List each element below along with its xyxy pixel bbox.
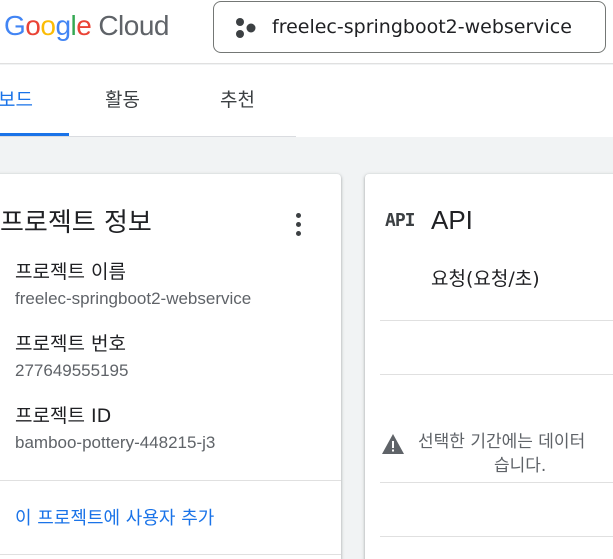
google-letter: G: [4, 10, 26, 41]
dashboard-tabs: 보드 활동 추천: [0, 65, 613, 137]
project-id-label: 프로젝트 ID: [15, 405, 112, 427]
api-card: API API 요청(요청/초) 선택한 기간에는 데이터 습니다.: [365, 174, 613, 559]
card-divider: [0, 480, 341, 481]
add-user-link[interactable]: 이 프로젝트에 사용자 추가: [15, 504, 214, 530]
project-hexagon-dots-icon: [236, 18, 256, 38]
warning-triangle-icon: [382, 434, 404, 454]
google-letter: g: [55, 10, 71, 41]
project-name-value: freelec-springboot2-webservice: [15, 289, 252, 308]
chart-gridline: [380, 320, 613, 321]
cloud-wordmark: Cloud: [98, 10, 169, 41]
project-id-value: bamboo-pottery-448215-j3: [15, 433, 216, 452]
chart-gridline: [380, 374, 613, 375]
api-card-title: API: [431, 205, 473, 235]
google-cloud-logo[interactable]: Google Cloud: [4, 10, 169, 44]
project-number-value: 277649555195: [15, 361, 129, 380]
no-data-line2: 습니다.: [494, 456, 547, 476]
project-info-title: 프로젝트 정보: [0, 208, 152, 238]
api-metric-label: 요청(요청/초): [431, 268, 540, 290]
project-picker-button[interactable]: freelec-springboot2-webservice: [213, 1, 606, 53]
google-letter: o: [25, 10, 41, 41]
tabs-divider: [0, 136, 296, 137]
google-wordmark: Google: [4, 10, 92, 42]
tab-activity[interactable]: 활동: [105, 85, 140, 112]
chart-gridline: [380, 536, 613, 537]
tab-recommendations[interactable]: 추천: [220, 85, 255, 112]
tab-dashboard[interactable]: 보드: [0, 85, 33, 112]
card-divider: [0, 554, 341, 555]
project-name-label: 프로젝트 이름: [15, 261, 126, 283]
no-data-line1: 선택한 기간에는 데이터: [418, 432, 586, 452]
google-letter: o: [40, 10, 56, 41]
project-number-label: 프로젝트 번호: [15, 333, 126, 355]
top-app-bar: Google Cloud freelec-springboot2-webserv…: [0, 0, 613, 64]
no-data-message: 선택한 기간에는 데이터 습니다.: [418, 430, 613, 478]
project-picker-label: freelec-springboot2-webservice: [272, 16, 572, 38]
api-icon: API: [385, 210, 415, 231]
project-info-card: 프로젝트 정보 프로젝트 이름 freelec-springboot2-webs…: [0, 174, 341, 559]
google-letter: e: [76, 10, 92, 41]
chart-gridline: [380, 482, 613, 483]
more-vert-icon[interactable]: [292, 210, 306, 240]
